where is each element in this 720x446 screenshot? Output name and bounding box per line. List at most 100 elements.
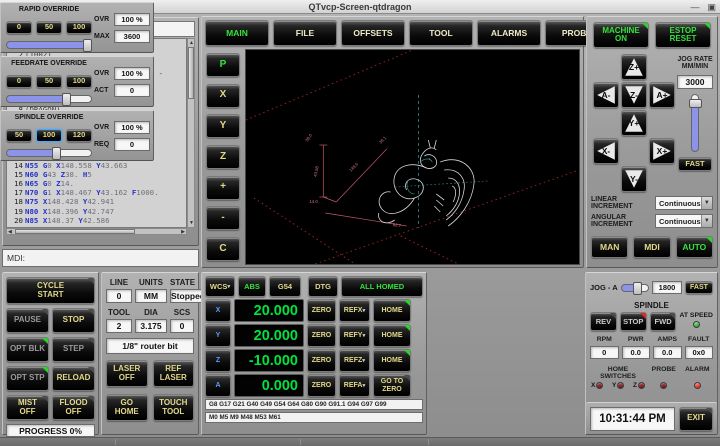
laser-off-button[interactable]: LASER OFF — [106, 360, 148, 387]
preview-button-+[interactable]: + — [206, 176, 240, 200]
preview-button-p[interactable]: P — [206, 53, 240, 77]
ref-y-button[interactable]: REFY ▾ — [339, 324, 370, 347]
jog-x--button[interactable]: X- — [593, 138, 619, 164]
mist-off-button[interactable]: MIST OFF — [6, 395, 49, 420]
cycle-start-button[interactable]: CYCLE START — [6, 277, 95, 304]
jog-a-value[interactable]: 1800 — [652, 281, 682, 294]
stop-button[interactable]: STOP — [52, 308, 95, 333]
override-slider-thumb[interactable] — [52, 147, 61, 160]
override-preset-100-button[interactable]: 100 — [66, 75, 92, 88]
axis-y-button[interactable]: Y — [205, 324, 231, 347]
axis-x-button[interactable]: X — [205, 299, 231, 322]
override-preset-50-button[interactable]: 50 — [36, 21, 62, 34]
jog-rate-slider[interactable] — [691, 94, 699, 152]
increment-dropdown[interactable]: Continuous▼ — [655, 214, 713, 228]
override-preset-0-button[interactable]: 0 — [6, 21, 32, 34]
axis-a-button[interactable]: A — [205, 374, 231, 397]
axis-z-button[interactable]: Z — [205, 349, 231, 372]
jog-a-slider[interactable] — [621, 284, 649, 292]
scroll-left-icon[interactable]: ◀ — [8, 229, 12, 235]
jog-fast-button[interactable]: FAST — [678, 157, 712, 171]
jog-rate-value[interactable]: 3000 — [677, 75, 713, 89]
pause-button[interactable]: PAUSE — [6, 308, 49, 333]
jog-y+-button[interactable]: Y+ — [621, 110, 647, 136]
reload-button[interactable]: RELOAD — [52, 366, 95, 391]
minimize-icon[interactable]: — — [690, 1, 699, 13]
override-slider-thumb[interactable] — [62, 93, 71, 106]
home-x-button[interactable]: HOME — [373, 299, 411, 322]
jog-y--button[interactable]: Y- — [621, 166, 647, 192]
override-preset-0-button[interactable]: 0 — [6, 75, 32, 88]
flood-off-button[interactable]: FLOOD OFF — [52, 395, 95, 420]
preview-button-y[interactable]: Y — [206, 114, 240, 138]
mode-man-button[interactable]: MAN — [591, 236, 628, 258]
exit-button[interactable]: EXIT — [679, 407, 713, 431]
preview-button-z[interactable]: Z — [206, 145, 240, 169]
jog-a--button[interactable]: A- — [593, 82, 619, 108]
maximize-icon[interactable]: ▣ — [707, 1, 716, 13]
home-a-button[interactable]: GO TO ZERO — [373, 374, 411, 397]
scroll-down-icon[interactable]: ▼ — [189, 220, 194, 226]
dtg-button[interactable]: DTG — [308, 276, 338, 297]
step-button[interactable]: STEP — [52, 337, 95, 362]
mdi-input[interactable]: MDI: — [2, 249, 199, 267]
override-preset-50-button[interactable]: 50 — [6, 129, 32, 142]
scroll-right-icon[interactable]: ▶ — [181, 229, 185, 235]
spindle-fwd-button[interactable]: FWD — [650, 312, 677, 331]
tab-file[interactable]: FILE — [273, 20, 337, 46]
override-slider[interactable] — [6, 41, 92, 49]
zero-y-button[interactable]: ZERO — [307, 324, 336, 347]
horizontal-scrollbar[interactable]: ◀ ▶ — [6, 228, 187, 235]
jog-x+-button[interactable]: X+ — [649, 138, 675, 164]
ref-a-button[interactable]: REFA ▾ — [339, 374, 370, 397]
tab-tool[interactable]: TOOL — [409, 20, 473, 46]
override-preset-100-button[interactable]: 100 — [66, 21, 92, 34]
abs-button[interactable]: ABS — [238, 276, 266, 297]
g54-button[interactable]: G54 — [269, 276, 301, 297]
tab-main[interactable]: MAIN — [205, 20, 269, 46]
wcs-dropdown-button[interactable]: WCS ▾ — [205, 276, 235, 297]
tab-offsets[interactable]: OFFSETS — [341, 20, 405, 46]
opt-stp-button[interactable]: OPT STP — [6, 366, 49, 391]
override-preset-120-button[interactable]: 120 — [66, 129, 92, 142]
scroll-up-icon[interactable]: ▲ — [189, 40, 194, 46]
preview-button-c[interactable]: C — [206, 237, 240, 261]
preview-button-x[interactable]: X — [206, 84, 240, 108]
jog-a-slider-thumb[interactable] — [633, 282, 642, 295]
ref-x-button[interactable]: REFX ▾ — [339, 299, 370, 322]
override-slider[interactable] — [6, 149, 92, 157]
go-home-button[interactable]: GO HOME — [106, 394, 148, 421]
ref-z-button[interactable]: REFZ ▾ — [339, 349, 370, 372]
opt-blk-button[interactable]: OPT BLK — [6, 337, 49, 362]
override-preset-50-button[interactable]: 50 — [36, 75, 62, 88]
override-slider[interactable] — [6, 95, 92, 103]
preview-button--[interactable]: - — [206, 206, 240, 230]
spindle-rev-button[interactable]: REV — [590, 312, 617, 331]
override-preset-100-button[interactable]: 100 — [36, 129, 62, 142]
override-slider-thumb[interactable] — [83, 39, 92, 52]
jog-a-fast-button[interactable]: FAST — [685, 281, 713, 294]
zero-a-button[interactable]: ZERO — [307, 374, 336, 397]
spindle-stop-button[interactable]: STOP — [620, 312, 647, 331]
ref-laser-button[interactable]: REF LASER — [153, 360, 195, 387]
estop-reset-button[interactable]: ESTOP RESET — [655, 22, 711, 48]
tab-alarms[interactable]: ALARMS — [477, 20, 541, 46]
dro-value-x: 20.000 — [234, 299, 304, 322]
machine-on-button[interactable]: MACHINE ON — [593, 22, 649, 48]
jog-a+-button[interactable]: A+ — [649, 82, 675, 108]
vertical-scrollbar[interactable]: ▲ ▼ — [187, 38, 195, 228]
jog-z--button[interactable]: Z- — [621, 82, 647, 108]
home-z-button[interactable]: HOME — [373, 349, 411, 372]
zero-z-button[interactable]: ZERO — [307, 349, 336, 372]
gremlin-preview[interactable]: 38.0 43.58 14.0 148.6 82.7 38.1 — [245, 49, 580, 265]
vscroll-thumb[interactable] — [188, 47, 194, 99]
hscroll-thumb[interactable] — [15, 229, 135, 234]
jog-z+-button[interactable]: Z+ — [621, 54, 647, 80]
zero-x-button[interactable]: ZERO — [307, 299, 336, 322]
jog-rate-slider-thumb[interactable] — [689, 99, 702, 108]
touch-tool-button[interactable]: TOUCH TOOL — [153, 394, 195, 421]
increment-dropdown[interactable]: Continuous▼ — [655, 196, 713, 210]
mode-mdi-button[interactable]: MDI — [633, 236, 670, 258]
mode-auto-button[interactable]: AUTO — [676, 236, 713, 258]
home-y-button[interactable]: HOME — [373, 324, 411, 347]
